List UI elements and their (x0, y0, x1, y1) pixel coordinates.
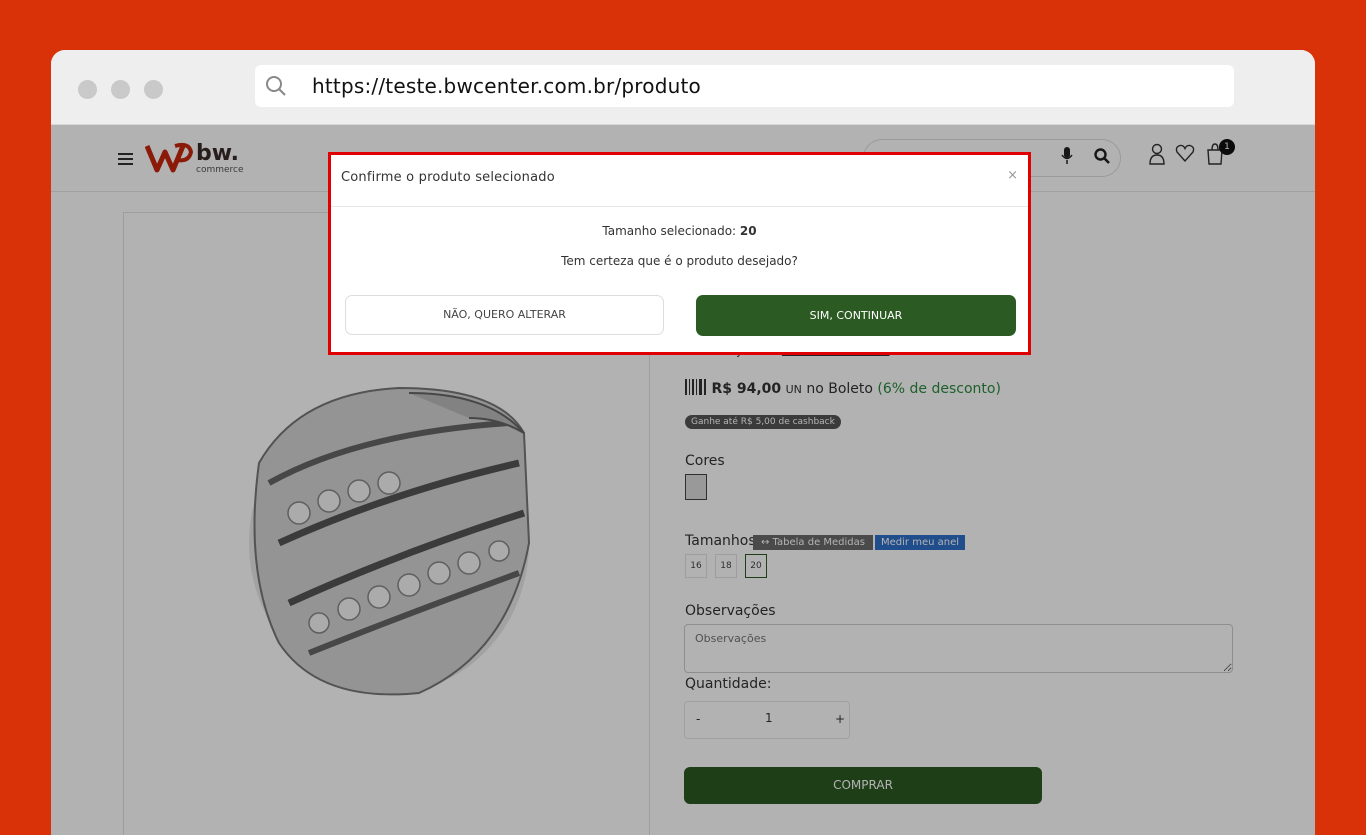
selected-size-text: Tamanho selecionado: 20 (331, 224, 1028, 238)
url-text: https://teste.bwcenter.com.br/produto (312, 74, 701, 98)
search-icon (266, 76, 286, 96)
product-page: bw. commerce 1 R$ 94,00 UN no Boleto (6%… (51, 125, 1315, 835)
address-bar[interactable]: https://teste.bwcenter.com.br/produto (255, 65, 1234, 107)
confirm-question: Tem certeza que é o produto desejado? (561, 254, 798, 268)
window-maximize-dot[interactable] (144, 80, 163, 99)
modal-close-button[interactable]: × (1007, 168, 1018, 183)
browser-toolbar: https://teste.bwcenter.com.br/produto (51, 50, 1315, 125)
modal-divider (331, 206, 1028, 207)
continue-button[interactable]: SIM, CONTINUAR (696, 295, 1016, 336)
change-product-button[interactable]: NÃO, QUERO ALTERAR (345, 295, 664, 335)
confirm-product-modal: Confirme o produto selecionado × Tamanho… (328, 152, 1031, 355)
selected-size-label: Tamanho selecionado: (602, 224, 740, 238)
selected-size-value: 20 (739, 224, 757, 238)
window-minimize-dot[interactable] (111, 80, 130, 99)
modal-title: Confirme o produto selecionado (341, 170, 555, 185)
window-close-dot[interactable] (78, 80, 97, 99)
browser-window: https://teste.bwcenter.com.br/produto bw… (51, 50, 1315, 835)
